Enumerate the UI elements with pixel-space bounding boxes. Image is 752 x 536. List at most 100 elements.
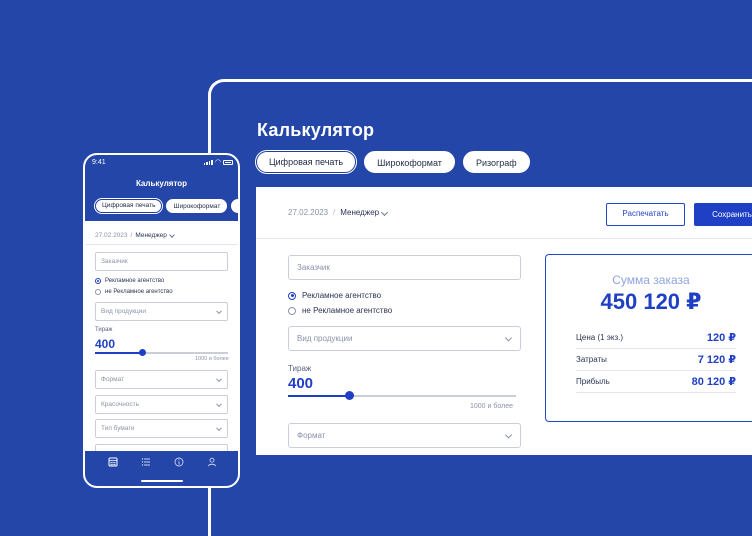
calculator-panel: 27.02.2023 / Менеджер Распечатать Сохран…: [256, 187, 752, 455]
mobile-print-type-tabs: Цифровая печать Широкоформат Р: [95, 199, 238, 213]
mobile-radio-not-agency-label: не Рекламное агентство: [105, 289, 173, 295]
profile-icon[interactable]: [207, 457, 217, 467]
tab-digital-print[interactable]: Цифровая печать: [256, 151, 357, 173]
circulation-label: Тираж: [288, 364, 312, 373]
summary-row-label: Цена (1 экз.): [576, 333, 624, 342]
summary-row-value: 7 120 ₽: [697, 354, 736, 366]
chevron-down-icon: [169, 232, 175, 238]
print-button[interactable]: Распечатать: [606, 203, 685, 226]
chevron-down-icon: [381, 208, 389, 217]
mobile-circulation-max: 1000 и более: [195, 356, 229, 362]
mobile-circulation-value: 400: [95, 337, 116, 351]
battery-icon: [223, 160, 233, 165]
mobile-circulation-label: Тираж: [95, 327, 113, 333]
breadcrumb: 27.02.2023 / Менеджер: [288, 208, 389, 217]
mobile-customer-input[interactable]: Заказчик: [95, 252, 228, 271]
product-placeholder: Вид продукции: [297, 334, 353, 343]
breadcrumb-separator: /: [333, 208, 336, 217]
tab-risograph[interactable]: Ризограф: [462, 151, 530, 173]
summary-row-label: Затраты: [576, 355, 607, 364]
status-icons: ◠: [203, 159, 233, 166]
chevron-down-icon: [504, 333, 513, 342]
chevron-down-icon: [216, 424, 222, 431]
radio-on-icon: [95, 278, 101, 284]
mobile-customer-placeholder: Заказчик: [101, 258, 128, 265]
panel-toolbar: 27.02.2023 / Менеджер Распечатать Сохран…: [256, 187, 752, 239]
mobile-paper-placeholder: Тип бумаги: [101, 425, 135, 432]
mobile-format-placeholder: Формат: [101, 376, 125, 383]
tab-wide-format[interactable]: Широкоформат: [364, 151, 455, 173]
mobile-tab-risograph[interactable]: Р: [231, 199, 238, 213]
signal-icon: [203, 160, 213, 165]
desktop-window: Калькулятор Цифровая печать Широкоформат…: [208, 79, 752, 536]
summary-row-costs: Затраты 7 120 ₽: [576, 349, 736, 371]
radio-not-agency[interactable]: не Рекламное агентство: [288, 306, 392, 315]
mobile-circulation-slider[interactable]: [95, 352, 228, 354]
radio-off-icon: [95, 289, 101, 295]
status-time: 9:41: [92, 159, 106, 166]
save-button[interactable]: Сохранить: [694, 203, 752, 226]
manager-select[interactable]: Менеджер: [340, 208, 389, 217]
slider-handle[interactable]: [345, 391, 355, 400]
slider-fill: [288, 395, 350, 397]
page-title: Калькулятор: [257, 120, 375, 140]
divider: [85, 244, 238, 245]
chevron-down-icon: [216, 400, 222, 407]
list-icon[interactable]: [141, 457, 151, 467]
mobile-paper-select[interactable]: Тип бумаги: [95, 419, 228, 438]
mobile-product-type-select[interactable]: Вид продукции: [95, 302, 228, 321]
slider-fill: [95, 352, 143, 354]
format-placeholder: Формат: [297, 431, 326, 440]
summary-total: 450 120 ₽: [600, 289, 702, 314]
mobile-slider-handle[interactable]: [139, 349, 147, 356]
radio-not-agency-label: не Рекламное агентство: [302, 306, 393, 315]
print-type-tabs: Цифровая печать Широкоформат Ризограф: [256, 151, 530, 173]
mobile-radio-not-agency[interactable]: не Рекламное агентство: [95, 289, 173, 295]
order-date: 27.02.2023: [288, 208, 329, 217]
order-summary-card: Сумма заказа 450 120 ₽ Цена (1 экз.) 120…: [545, 254, 752, 422]
mobile-page-title: Калькулятор: [135, 179, 188, 188]
mobile-manager-select[interactable]: Менеджер: [135, 232, 175, 239]
chevron-down-icon: [216, 375, 222, 382]
format-select[interactable]: Формат: [288, 423, 521, 448]
calculator-icon[interactable]: [108, 457, 118, 467]
mobile-bottom-nav: [85, 451, 238, 486]
mobile-color-select[interactable]: Красочность: [95, 395, 228, 414]
summary-row-value: 80 120 ₽: [691, 376, 736, 388]
home-indicator: [141, 480, 183, 482]
status-bar: 9:41 ◠: [92, 159, 233, 166]
customer-input[interactable]: Заказчик: [288, 255, 521, 280]
chevron-down-icon: [216, 307, 222, 314]
mobile-radio-agency[interactable]: Рекламное агентство: [95, 278, 164, 284]
manager-label: Менеджер: [340, 208, 380, 217]
circulation-value: 400: [288, 375, 314, 392]
mobile-tab-digital-print[interactable]: Цифровая печать: [95, 199, 163, 213]
circulation-max: 1000 и более: [470, 403, 513, 410]
mobile-breadcrumb-separator: /: [130, 232, 133, 239]
product-type-select[interactable]: Вид продукции: [288, 326, 521, 351]
summary-title: Сумма заказа: [612, 273, 690, 287]
circulation-slider[interactable]: [288, 395, 516, 397]
mobile-product-placeholder: Вид продукции: [101, 308, 147, 315]
mobile-breadcrumb: 27.02.2023 / Менеджер: [95, 232, 175, 239]
summary-row-label: Прибыль: [576, 377, 610, 386]
wifi-icon: ◠: [214, 159, 221, 166]
summary-row-value: 120 ₽: [706, 332, 736, 344]
customer-placeholder: Заказчик: [297, 263, 330, 272]
radio-agency-label: Рекламное агентство: [302, 291, 382, 300]
radio-on-icon: [288, 291, 296, 300]
mobile-order-date: 27.02.2023: [95, 232, 128, 239]
mobile-header: 9:41 ◠ Калькулятор Цифровая печать Широк…: [85, 155, 238, 221]
mobile-manager-label: Менеджер: [135, 232, 167, 239]
info-icon[interactable]: [174, 457, 184, 467]
chevron-down-icon: [504, 430, 513, 439]
mobile-format-select[interactable]: Формат: [95, 370, 228, 389]
mobile-radio-agency-label: Рекламное агентство: [105, 278, 165, 284]
mobile-device: 9:41 ◠ Калькулятор Цифровая печать Широк…: [83, 153, 240, 488]
summary-row-profit: Прибыль 80 120 ₽: [576, 371, 736, 393]
mobile-tab-wide-format[interactable]: Широкоформат: [166, 199, 228, 213]
radio-off-icon: [288, 306, 296, 315]
radio-agency[interactable]: Рекламное агентство: [288, 291, 381, 300]
mobile-color-placeholder: Красочность: [101, 401, 140, 408]
summary-row-price: Цена (1 экз.) 120 ₽: [576, 327, 736, 349]
